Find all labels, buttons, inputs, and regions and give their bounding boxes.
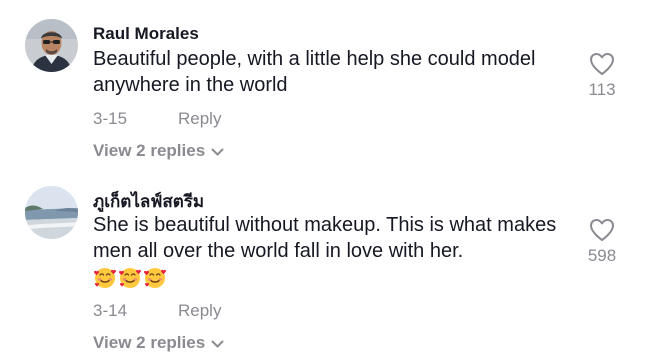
comment-date: 3-14 bbox=[93, 301, 128, 320]
comment-meta: 3-14 Reply bbox=[93, 301, 221, 321]
comment-text: She is beautiful without makeup. This is… bbox=[93, 214, 557, 262]
view-replies-button[interactable]: View 2 replies bbox=[93, 333, 224, 353]
reply-button[interactable]: Reply bbox=[178, 301, 221, 321]
emoji-row bbox=[93, 266, 167, 290]
smiling-face-with-hearts-icon bbox=[94, 268, 116, 288]
like-count: 598 bbox=[587, 246, 617, 265]
smiling-face-with-hearts-icon bbox=[119, 268, 141, 288]
smiling-face-with-hearts-icon bbox=[144, 268, 166, 288]
avatar[interactable] bbox=[25, 19, 78, 72]
like-count: 113 bbox=[588, 80, 616, 99]
comment-text: Beautiful people, with a little help she… bbox=[93, 48, 536, 96]
like-section: 113 bbox=[578, 52, 626, 100]
avatar-man-with-glasses-icon bbox=[25, 19, 78, 72]
like-section: 598 bbox=[578, 218, 626, 266]
reply-button[interactable]: Reply bbox=[178, 109, 221, 129]
comment-username[interactable]: ภูเก็ตไลฟ์สตรีม bbox=[93, 188, 204, 215]
comment-meta: 3-15 Reply bbox=[93, 109, 221, 129]
heart-outline-icon[interactable] bbox=[589, 218, 615, 242]
heart-outline-icon[interactable] bbox=[589, 52, 615, 76]
comment-date: 3-15 bbox=[93, 109, 128, 128]
view-replies-button[interactable]: View 2 replies bbox=[93, 141, 224, 161]
avatar-beach-scene-icon bbox=[25, 186, 78, 239]
comment-username[interactable]: Raul Morales bbox=[93, 24, 199, 44]
view-replies-label: View 2 replies bbox=[93, 141, 206, 160]
avatar[interactable] bbox=[25, 186, 78, 239]
chevron-down-icon bbox=[211, 148, 224, 156]
view-replies-label: View 2 replies bbox=[93, 333, 206, 352]
chevron-down-icon bbox=[211, 340, 224, 348]
